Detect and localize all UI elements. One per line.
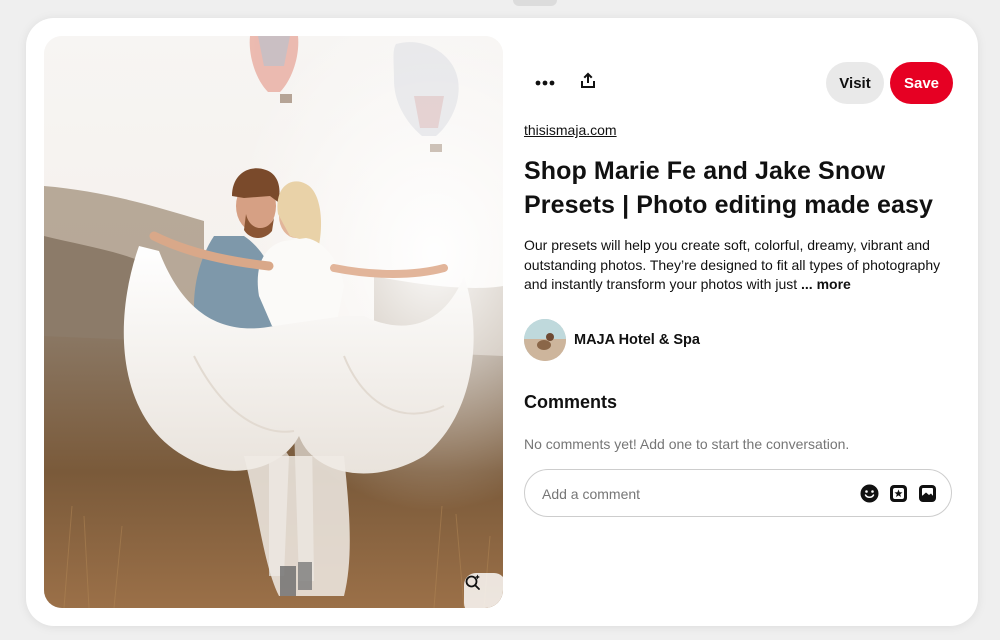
pin-toolbar: Visit Save <box>524 60 954 106</box>
more-link[interactable]: ... more <box>801 276 851 292</box>
avatar[interactable] <box>524 319 566 361</box>
ellipsis-icon <box>535 73 555 91</box>
no-comments-text: No comments yet! Add one to start the co… <box>524 436 850 452</box>
share-button[interactable] <box>566 60 610 104</box>
save-button[interactable]: Save <box>890 62 953 104</box>
comment-box <box>524 469 952 518</box>
visit-button[interactable]: Visit <box>826 62 884 104</box>
comments-heading: Comments <box>524 392 618 412</box>
more-options-button[interactable] <box>523 60 567 104</box>
pin-title: Shop Marie Fe and Jake Snow Presets | Ph… <box>524 157 934 219</box>
pin-photo-illustration <box>44 36 503 608</box>
top-edge-tab <box>513 0 557 6</box>
pin-image[interactable] <box>44 36 503 608</box>
share-icon <box>579 71 597 94</box>
visual-search-button[interactable] <box>464 573 503 608</box>
creator-row[interactable]: MAJA Hotel & Spa <box>524 318 824 362</box>
comment-input[interactable] <box>540 470 844 518</box>
image-icon[interactable] <box>917 483 937 503</box>
emoji-icon[interactable] <box>859 483 879 503</box>
pin-closeup-card: Visit Save thisismaja.com Shop Marie Fe … <box>26 18 978 626</box>
pin-details-panel: Visit Save thisismaja.com Shop Marie Fe … <box>524 18 954 626</box>
sticker-icon[interactable] <box>888 483 908 503</box>
creator-name[interactable]: MAJA Hotel & Spa <box>574 332 700 348</box>
pin-description-text: Our presets will help you create soft, c… <box>524 237 941 292</box>
pin-description: Our presets will help you create soft, c… <box>524 236 956 295</box>
source-link[interactable]: thisismaja.com <box>524 122 617 138</box>
top-edge-strip <box>0 0 1000 8</box>
